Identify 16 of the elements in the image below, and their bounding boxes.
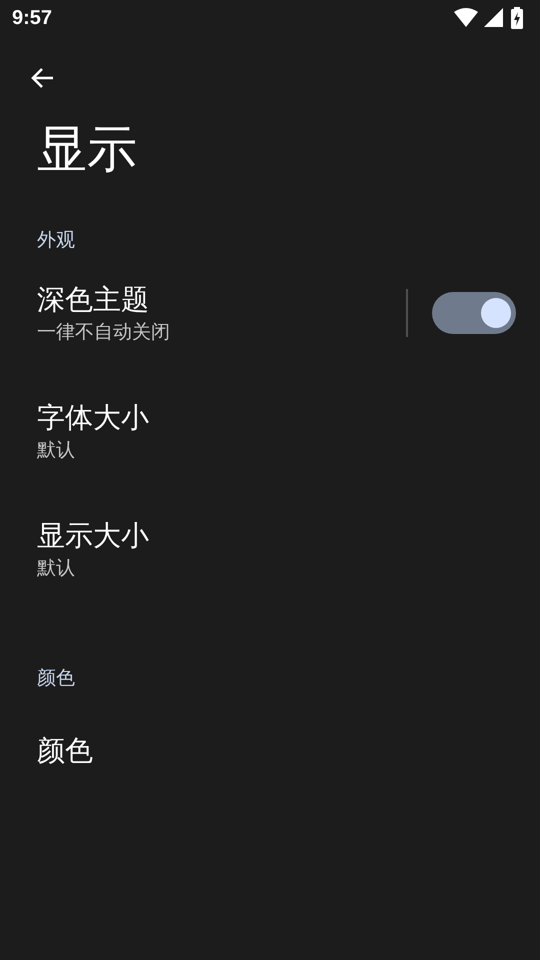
setting-title[interactable]: 深色主题 <box>37 281 149 319</box>
signal-icon <box>484 8 504 28</box>
status-time: 9:57 <box>12 6 52 30</box>
setting-summary: 默认 <box>37 556 75 581</box>
section-header: 颜色 <box>36 666 76 691</box>
setting-summary: 默认 <box>37 438 75 463</box>
setting-title[interactable]: 显示大小 <box>37 517 149 555</box>
setting-title[interactable]: 字体大小 <box>37 399 149 437</box>
wifi-icon <box>454 8 478 28</box>
section-header: 外观 <box>36 228 76 253</box>
setting-summary: 一律不自动关闭 <box>37 320 170 345</box>
setting-title[interactable]: 颜色 <box>37 732 93 770</box>
toggle-switch[interactable] <box>432 292 516 334</box>
battery-icon <box>510 7 524 29</box>
page-title: 显示 <box>36 120 138 180</box>
back-arrow-icon[interactable] <box>29 66 55 90</box>
